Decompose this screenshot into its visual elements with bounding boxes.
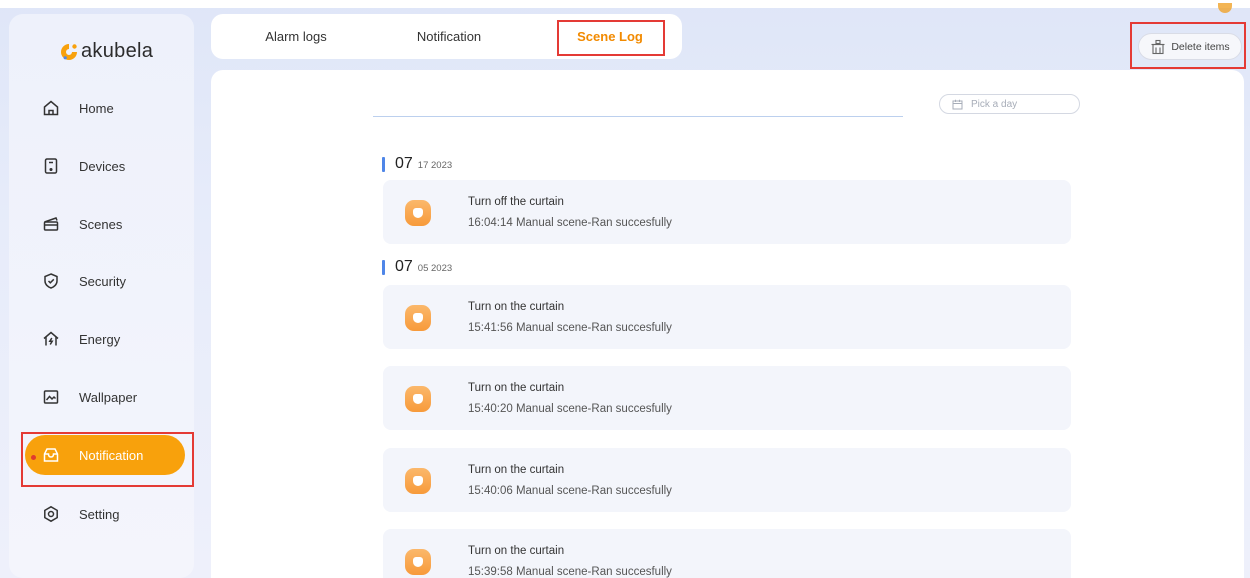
date-header: 07 17 2023	[382, 155, 452, 173]
log-detail: 15:39:58 Manual scene-Ran succesfully	[468, 566, 672, 578]
sidebar-item-label: Home	[79, 100, 114, 116]
energy-icon	[41, 329, 61, 349]
date-accent-bar	[382, 259, 385, 275]
pick-day-input[interactable]: Pick a day	[939, 94, 1080, 114]
scene-log-panel: Pick a day 07 17 2023 Turn off the curta…	[211, 70, 1244, 578]
sidebar-item-wallpaper[interactable]: Wallpaper	[25, 377, 185, 417]
log-title: Turn off the curtain	[468, 196, 564, 208]
sidebar-item-setting[interactable]: Setting	[25, 494, 185, 534]
sidebar-item-label: Energy	[79, 331, 121, 347]
sidebar-item-label: Setting	[79, 506, 120, 522]
sidebar-item-scenes[interactable]: Scenes	[25, 204, 185, 244]
log-title: Turn on the curtain	[468, 545, 565, 557]
log-detail: 15:40:20 Manual scene-Ran succesfully	[468, 403, 672, 415]
window-top-strip	[0, 0, 1250, 8]
log-entry[interactable]: Turn off the curtain 16:04:14 Manual sce…	[383, 180, 1071, 244]
calendar-icon	[952, 99, 963, 110]
scene-icon	[405, 200, 431, 226]
log-detail: 16:04:14 Manual scene-Ran succesfully	[468, 217, 672, 229]
logo-icon	[59, 42, 79, 62]
logo-text: akubela	[81, 40, 154, 62]
log-entry[interactable]: Turn on the curtain 15:39:58 Manual scen…	[383, 529, 1071, 578]
wallpaper-icon	[41, 387, 61, 407]
log-detail: 15:40:06 Manual scene-Ran succesfully	[468, 485, 672, 497]
log-entry[interactable]: Turn on the curtain 15:40:06 Manual scen…	[383, 448, 1071, 512]
corner-indicator	[1218, 3, 1232, 13]
setting-icon	[41, 504, 61, 524]
highlight-box-notification	[21, 432, 194, 487]
scene-icon	[405, 305, 431, 331]
scene-icon	[405, 386, 431, 412]
date-month-year: 05 2023	[417, 263, 453, 274]
sidebar-item-energy[interactable]: Energy	[25, 319, 185, 359]
highlight-box-scene-log	[557, 20, 665, 56]
log-title: Turn on the curtain	[468, 464, 565, 476]
tab-notification[interactable]: Notification	[403, 14, 495, 59]
scenes-icon	[41, 214, 61, 234]
highlight-box-delete	[1130, 22, 1246, 69]
log-title: Turn on the curtain	[468, 382, 565, 394]
log-entry[interactable]: Turn on the curtain 15:41:56 Manual scen…	[383, 285, 1071, 349]
log-entry[interactable]: Turn on the curtain 15:40:20 Manual scen…	[383, 366, 1071, 430]
sidebar-item-label: Devices	[79, 158, 126, 174]
logo: akubela	[59, 40, 153, 63]
date-header: 07 05 2023	[382, 258, 452, 276]
sidebar-item-label: Scenes	[79, 216, 123, 232]
date-day: 07	[395, 155, 413, 172]
log-detail: 15:41:56 Manual scene-Ran succesfully	[468, 322, 672, 334]
date-month-year: 17 2023	[417, 160, 453, 171]
shield-icon	[41, 271, 61, 291]
log-title: Turn on the curtain	[468, 301, 565, 313]
sidebar: akubela Home Devices Scenes Security Ene…	[9, 14, 194, 578]
sidebar-item-label: Wallpaper	[79, 389, 138, 405]
sidebar-item-home[interactable]: Home	[25, 88, 185, 128]
scene-icon	[405, 549, 431, 575]
search-underline	[373, 116, 903, 117]
pick-day-placeholder: Pick a day	[971, 98, 1018, 110]
sidebar-item-devices[interactable]: Devices	[25, 146, 185, 186]
date-accent-bar	[382, 156, 385, 172]
sidebar-item-label: Security	[79, 273, 126, 289]
date-day: 07	[395, 258, 413, 275]
sidebar-item-security[interactable]: Security	[25, 261, 185, 301]
tab-alarm-logs[interactable]: Alarm logs	[251, 14, 341, 59]
scene-icon	[405, 468, 431, 494]
home-icon	[41, 98, 61, 118]
device-icon	[41, 156, 61, 176]
